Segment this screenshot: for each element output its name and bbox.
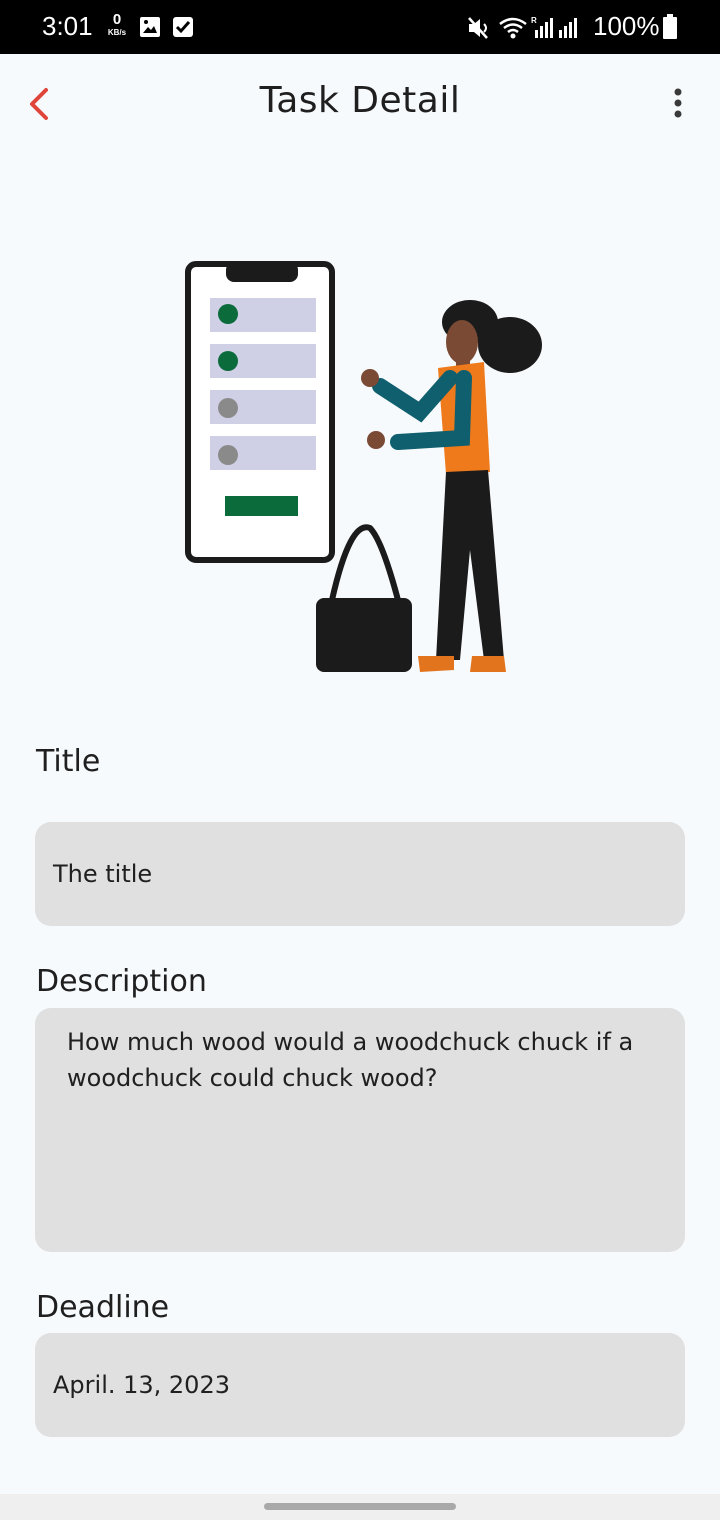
title-field[interactable]: The title: [35, 822, 685, 926]
more-vert-icon: [674, 88, 682, 118]
svg-text:R: R: [531, 16, 537, 25]
system-nav-bar: [0, 1494, 720, 1520]
network-speed-value: 0: [112, 11, 122, 28]
battery-icon: [662, 14, 678, 44]
network-speed-unit: KB/s: [107, 28, 127, 37]
status-bar: 3:01 0 KB/s R 100%: [0, 0, 720, 54]
home-gesture-handle[interactable]: [264, 1503, 456, 1510]
title-label: Title: [36, 744, 101, 779]
mute-icon: [467, 16, 493, 44]
wifi-icon: [498, 16, 528, 44]
deadline-label: Deadline: [36, 1290, 170, 1325]
task-illustration: [170, 250, 560, 690]
battery-level: 100%: [593, 11, 660, 41]
checkbox-icon: [172, 16, 194, 42]
deadline-field[interactable]: April. 13, 2023: [35, 1333, 685, 1437]
description-field[interactable]: How much wood would a woodchuck chuck if…: [35, 1008, 685, 1252]
signal-icon: R: [531, 16, 553, 44]
description-label: Description: [36, 964, 207, 999]
app-bar: Task Detail: [0, 54, 720, 154]
page-title: Task Detail: [259, 80, 461, 121]
status-time: 3:01: [42, 11, 93, 41]
image-icon: [139, 16, 161, 42]
more-options-button[interactable]: [662, 84, 694, 124]
network-speed: 0 KB/s: [103, 12, 131, 37]
signal-icon: [558, 16, 580, 44]
